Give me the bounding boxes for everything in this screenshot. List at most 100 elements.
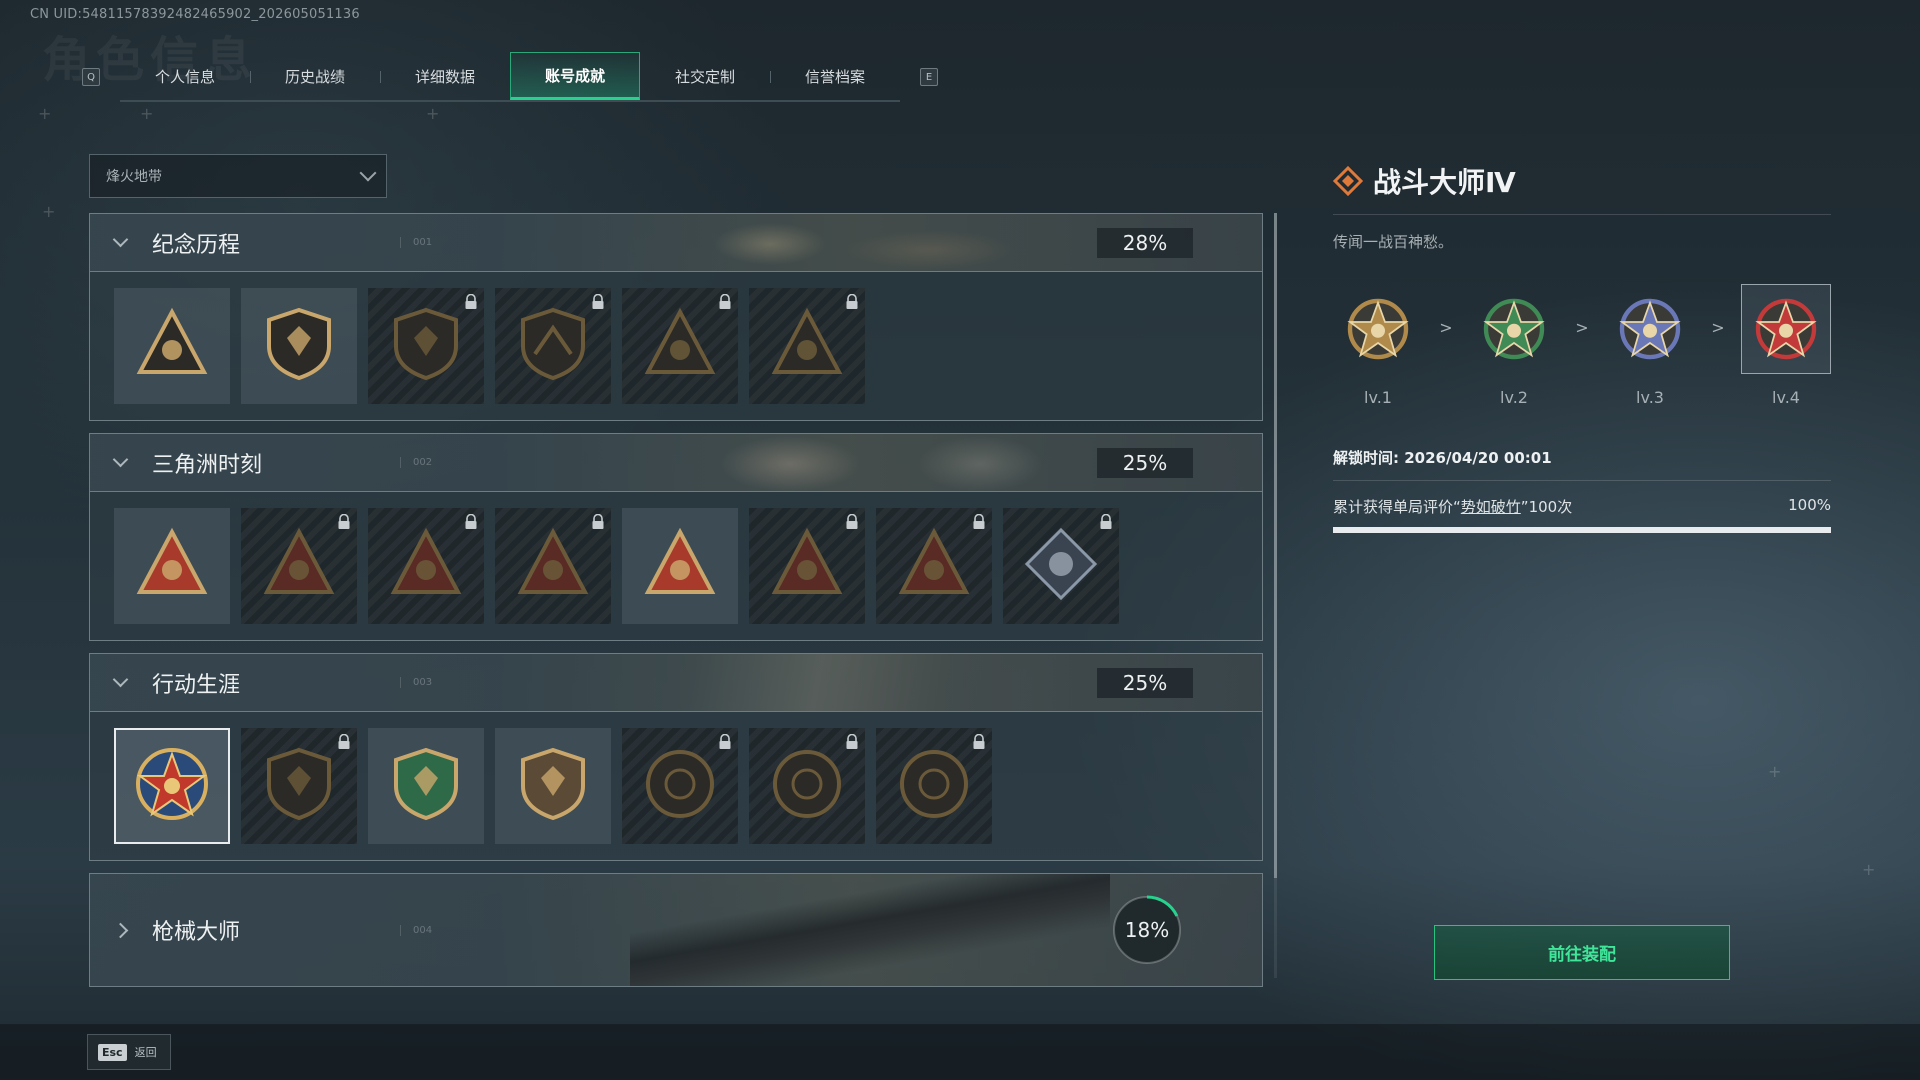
star-medal-icon — [1333, 284, 1423, 374]
section-header[interactable]: 枪械大师 004 18% — [90, 874, 1262, 986]
achievement-section: 枪械大师 004 18% — [89, 873, 1263, 987]
chevron-down-icon[interactable] — [112, 451, 129, 468]
level-label: lv.1 — [1364, 388, 1392, 407]
achievement-description: 传闻一战百神愁。 — [1333, 233, 1454, 251]
lock-icon — [592, 294, 604, 309]
achievement-badge[interactable] — [749, 728, 865, 844]
achievement-badge[interactable] — [876, 508, 992, 624]
section-title: 行动生涯 — [152, 672, 241, 698]
mode-dropdown-value: 烽火地带 — [106, 169, 162, 185]
back-button[interactable]: Esc 返回 — [87, 1034, 171, 1070]
tab-social-custom[interactable]: 社交定制 — [640, 52, 770, 100]
round-crosshair-icon — [767, 744, 847, 828]
achievement-badge[interactable] — [749, 508, 865, 624]
section-percent: 28% — [1097, 228, 1193, 258]
level-arrow: > — [1439, 318, 1453, 337]
achievement-badge[interactable] — [114, 508, 230, 624]
lock-icon — [719, 734, 731, 749]
chevron-right-icon[interactable] — [112, 922, 129, 938]
red-triangle-squad-icon — [640, 524, 720, 608]
tab-personal-info[interactable]: 个人信息 — [120, 52, 250, 100]
mode-dropdown[interactable]: 烽火地带 — [89, 154, 387, 198]
header-art — [650, 214, 1070, 271]
level-item[interactable]: lv.4 — [1741, 284, 1831, 407]
lock-icon — [338, 734, 350, 749]
achievement-badge[interactable] — [622, 508, 738, 624]
achievement-badge[interactable] — [622, 288, 738, 404]
lock-icon — [465, 294, 477, 309]
level-item[interactable]: lv.2 — [1469, 284, 1559, 407]
next-tab-key[interactable]: E — [920, 68, 938, 86]
achievement-badge[interactable] — [241, 288, 357, 404]
achievement-badge[interactable] — [1003, 508, 1119, 624]
red-triangle-beast-icon — [767, 524, 847, 608]
dark-shield-icon — [259, 744, 339, 828]
achievement-badge[interactable] — [114, 728, 230, 844]
level-item[interactable]: lv.1 — [1333, 284, 1423, 407]
condition-link[interactable]: 势如破竹 — [1461, 498, 1521, 516]
green-shield-icon — [386, 744, 466, 828]
star-medal-icon — [1605, 284, 1695, 374]
esc-key: Esc — [98, 1043, 127, 1061]
achievement-badge[interactable] — [622, 728, 738, 844]
tab-match-history[interactable]: 历史战绩 — [250, 52, 380, 100]
header-art — [650, 654, 1070, 711]
badge-row — [90, 712, 1262, 860]
star-medal-icon — [132, 744, 212, 828]
achievement-badge[interactable] — [368, 728, 484, 844]
tab-detailed-data[interactable]: 详细数据 — [380, 52, 510, 100]
achievement-badge[interactable] — [241, 728, 357, 844]
prev-tab-key[interactable]: Q — [82, 68, 100, 86]
achievement-badge[interactable] — [876, 728, 992, 844]
achievement-section: 三角洲时刻 002 25% — [89, 433, 1263, 641]
achievement-badge[interactable] — [368, 508, 484, 624]
achievement-badge[interactable] — [749, 288, 865, 404]
level-item[interactable]: lv.3 — [1605, 284, 1695, 407]
achievement-badge[interactable] — [114, 288, 230, 404]
go-equip-button[interactable]: 前往装配 — [1434, 925, 1730, 980]
achievement-badge[interactable] — [241, 508, 357, 624]
level-arrow: > — [1575, 318, 1589, 337]
section-percent: 25% — [1097, 448, 1193, 478]
lock-icon — [719, 294, 731, 309]
section-header[interactable]: 三角洲时刻 002 25% — [90, 434, 1262, 492]
red-triangle-eagle-icon — [894, 524, 974, 608]
section-number: 001 — [400, 237, 432, 248]
helicopter-shield-icon — [259, 304, 339, 388]
achievement-badge[interactable] — [495, 728, 611, 844]
back-label: 返回 — [134, 1046, 157, 1059]
crosshair-deco-icon: + — [426, 104, 440, 123]
tab-navigation: Q 个人信息 历史战绩 详细数据 账号成就 社交定制 信誉档案 E — [82, 52, 938, 102]
achievement-badge[interactable] — [495, 288, 611, 404]
round-eye-icon — [894, 744, 974, 828]
red-triangle-grenade-icon — [513, 524, 593, 608]
section-title: 枪械大师 — [152, 920, 241, 945]
section-percent: 25% — [1097, 668, 1193, 698]
red-triangle-figure-icon — [132, 524, 212, 608]
shield-emblem-icon — [386, 304, 466, 388]
lock-icon — [846, 514, 858, 529]
achievement-badge[interactable] — [368, 288, 484, 404]
section-header[interactable]: 纪念历程 001 28% — [90, 214, 1262, 272]
tab-achievements[interactable]: 账号成就 — [510, 52, 640, 100]
tab-reputation-record[interactable]: 信誉档案 — [770, 52, 900, 100]
level-list: lv.1 > lv.2 > lv.3 > lv.4 — [1333, 284, 1831, 407]
lock-icon — [846, 294, 858, 309]
section-header[interactable]: 行动生涯 003 25% — [90, 654, 1262, 712]
level-label: lv.2 — [1500, 388, 1528, 407]
lock-icon — [973, 514, 985, 529]
section-number: 002 — [400, 457, 432, 468]
crosshair-deco-icon: + — [140, 104, 154, 123]
hooded-triangle-icon — [640, 304, 720, 388]
chevron-down-icon — [359, 164, 377, 182]
lock-icon — [846, 734, 858, 749]
condition-row: 累计获得单局评价“势如破竹”100次 100% — [1333, 496, 1831, 517]
chevron-down-icon[interactable] — [112, 671, 129, 688]
crosshair-deco-icon: + — [38, 104, 52, 123]
badge-row — [90, 492, 1262, 640]
scrollbar-thumb[interactable] — [1274, 213, 1277, 878]
achievement-badge[interactable] — [495, 508, 611, 624]
chevron-down-icon[interactable] — [112, 231, 129, 248]
condition-progress-bar — [1333, 527, 1831, 533]
skull-triangle-icon — [767, 304, 847, 388]
